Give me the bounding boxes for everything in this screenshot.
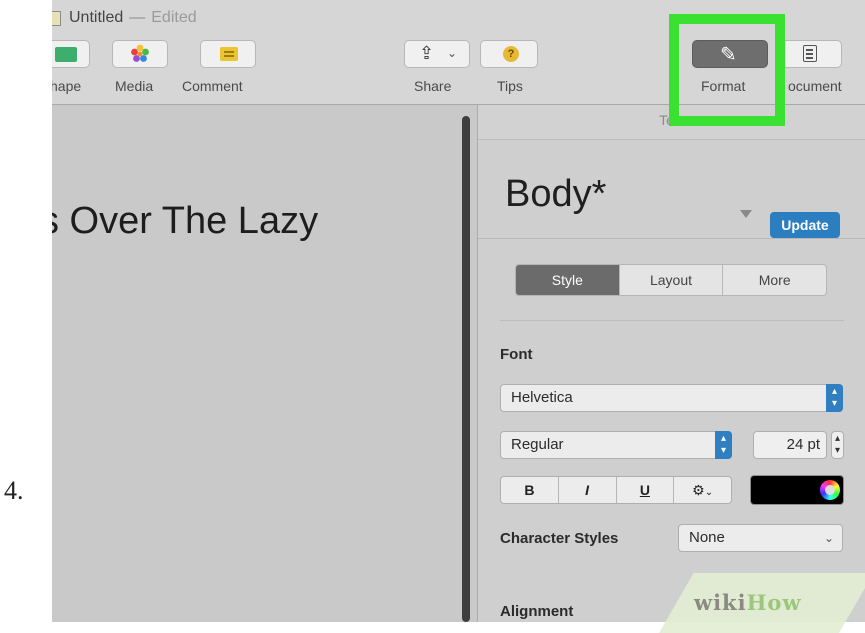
character-styles-label: Character Styles — [500, 530, 619, 547]
underline-button[interactable]: U — [617, 477, 675, 503]
window-title: Untitled — [69, 9, 124, 26]
comment-label: Comment — [182, 78, 243, 94]
share-label: Share — [414, 78, 452, 94]
comment-button[interactable] — [200, 40, 256, 68]
watermark-how: How — [746, 590, 802, 615]
select-arrows-icon: ▴ ▾ — [826, 384, 843, 412]
title-separator: — — [129, 9, 146, 26]
section-divider — [500, 320, 844, 321]
typeface-select[interactable]: Regular ▴ ▾ — [500, 431, 732, 459]
media-label: Media — [115, 78, 154, 94]
select-arrows-icon: ▴ ▾ — [715, 431, 732, 459]
pages-window: Untitled — Edited hape Media Comment ⇪ ⌄… — [52, 0, 865, 622]
update-button[interactable]: Update — [770, 212, 840, 238]
paragraph-style-name[interactable]: Body* — [505, 173, 606, 216]
media-button[interactable] — [112, 40, 168, 68]
document-canvas[interactable]: s Over The Lazy — [52, 105, 477, 622]
alignment-label: Alignment — [500, 603, 574, 620]
character-style-select[interactable]: None ⌄ — [678, 524, 843, 552]
gear-icon: ⚙ — [692, 482, 705, 498]
share-icon: ⇪ — [419, 43, 435, 63]
text-format-buttons: B I U ⚙⌄ — [500, 476, 732, 504]
edited-status: Edited — [151, 9, 197, 26]
font-size-field[interactable]: 24 pt — [753, 431, 827, 459]
wikihow-watermark: wikiHow — [694, 590, 802, 615]
chevron-down-icon: ⌄ — [704, 487, 714, 498]
shape-label: hape — [52, 78, 82, 94]
italic-button[interactable]: I — [559, 477, 617, 503]
step-number: 4. — [4, 476, 24, 505]
document-text[interactable]: s Over The Lazy — [52, 200, 318, 243]
character-style-value: None — [689, 529, 725, 546]
bold-button[interactable]: B — [501, 477, 559, 503]
font-size-stepper[interactable]: ▴ ▾ — [831, 431, 844, 459]
text-color-well[interactable] — [750, 475, 844, 505]
document-icon — [803, 45, 817, 62]
typeface-value: Regular — [511, 436, 564, 453]
shape-icon — [55, 47, 77, 62]
tab-more[interactable]: More — [723, 265, 826, 295]
tab-style[interactable]: Style — [516, 265, 620, 295]
format-button-highlight — [669, 14, 785, 126]
media-icon — [131, 44, 149, 62]
tips-icon: ? — [503, 46, 519, 62]
chevron-down-icon: ⌄ — [447, 46, 458, 60]
chevron-down-icon[interactable] — [740, 210, 752, 218]
gear-menu-button[interactable]: ⚙⌄ — [674, 477, 731, 503]
color-wheel-icon[interactable] — [820, 480, 840, 500]
tips-button[interactable]: ? — [480, 40, 538, 68]
tips-label: Tips — [497, 78, 523, 94]
paragraph-style-section: Body* Update — [478, 140, 865, 239]
canvas-scrollbar[interactable] — [462, 116, 470, 622]
shape-button[interactable] — [52, 40, 90, 68]
document-button[interactable] — [782, 40, 842, 68]
document-label: ocument — [788, 78, 842, 94]
font-family-select[interactable]: Helvetica ▴ ▾ — [500, 384, 843, 412]
title-bar: Untitled — Edited — [52, 8, 197, 28]
watermark-wiki: wiki — [694, 590, 747, 615]
share-button[interactable]: ⇪ ⌄ — [404, 40, 470, 68]
format-inspector: Text Body* Update Style Layout More Font… — [477, 105, 865, 622]
font-family-value: Helvetica — [511, 389, 573, 406]
comment-icon — [220, 47, 238, 61]
tab-layout[interactable]: Layout — [620, 265, 724, 295]
document-proxy-icon — [52, 10, 61, 26]
chevron-down-icon: ⌄ — [823, 531, 834, 545]
inspector-tabs: Style Layout More — [515, 264, 827, 296]
font-label: Font — [500, 346, 533, 363]
